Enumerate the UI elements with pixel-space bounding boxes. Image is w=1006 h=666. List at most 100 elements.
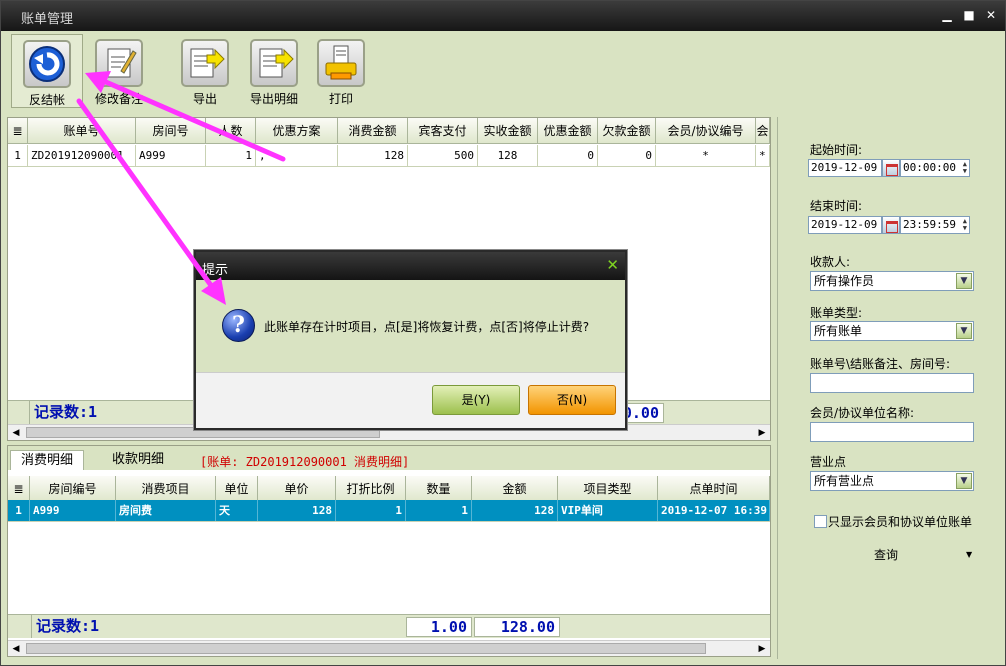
col-unit-price[interactable]: 单价 xyxy=(258,476,336,501)
member-only-checkbox[interactable] xyxy=(814,515,827,528)
dialog-title-bar: 提示 ✕ xyxy=(196,252,625,280)
query-button[interactable]: 查询 ▼ xyxy=(838,544,988,566)
detail-sum-quantity: 1.00 xyxy=(406,617,472,637)
export-button[interactable]: 导出 xyxy=(169,34,241,108)
start-date-input[interactable]: 2019-12-09 xyxy=(808,159,882,177)
question-icon: ? xyxy=(222,309,255,342)
bill-table-row[interactable]: 1 ZD201912090001 A999 1 , 128 500 128 0 … xyxy=(8,145,770,167)
export-detail-button[interactable]: 导出明细 xyxy=(238,34,310,108)
selected-bill-note: [账单: ZD201912090001 消费明细] xyxy=(200,455,410,469)
chevron-down-icon[interactable]: ▼ xyxy=(956,323,972,339)
detail-row-index: 1 xyxy=(8,500,30,521)
export-document-icon xyxy=(181,39,229,87)
cell-amount: 128 xyxy=(472,500,558,521)
detail-row-selector-header[interactable]: ≣ xyxy=(8,476,30,501)
search-keyword-input[interactable] xyxy=(810,373,974,393)
end-date-input[interactable]: 2019-12-09 xyxy=(808,216,882,234)
tab-payment-detail[interactable]: 收款明细 xyxy=(102,450,174,470)
col-discount-ratio[interactable]: 打折比例 xyxy=(336,476,406,501)
col-guest-payment[interactable]: 宾客支付 xyxy=(408,118,478,143)
dialog-close-icon[interactable]: ✕ xyxy=(606,256,619,274)
col-received-amount[interactable]: 实收金额 xyxy=(478,118,538,143)
bill-record-count: 记录数:1 xyxy=(34,403,98,421)
print-label: 打印 xyxy=(328,92,353,106)
col-amount[interactable]: 金额 xyxy=(472,476,558,501)
cashier-label: 收款人: xyxy=(810,255,851,269)
chevron-down-icon[interactable]: ▼ xyxy=(956,473,972,489)
cell-unit-price: 128 xyxy=(258,500,336,521)
col-discount-amount[interactable]: 优惠金额 xyxy=(538,118,598,143)
dialog-message: 此账单存在计时项目，点[是]将恢复计费，点[否]将停止计费? xyxy=(264,320,590,334)
row-index: 1 xyxy=(8,145,28,166)
cell-item-type: VIP单间 xyxy=(558,500,658,521)
member-name-input[interactable] xyxy=(810,422,974,442)
row-selector-header[interactable]: ≣ xyxy=(8,118,28,143)
printer-icon xyxy=(317,39,365,87)
col-discount-plan[interactable]: 优惠方案 xyxy=(256,118,338,143)
col-quantity[interactable]: 数量 xyxy=(406,476,472,501)
toolbar: 反结帐 修改备注 导出 导出明细 打印 xyxy=(5,32,1003,110)
start-time-spinner-icon[interactable]: ▲ ▼ xyxy=(963,161,967,175)
col-guest-count[interactable]: 人数 xyxy=(206,118,256,143)
edit-remark-label: 修改备注 xyxy=(94,92,143,106)
col-room-no[interactable]: 房间号 xyxy=(136,118,206,143)
detail-horizontal-scrollbar[interactable]: ◀ ▶ xyxy=(8,640,770,656)
col-bill-no[interactable]: 账单号 xyxy=(28,118,136,143)
col-order-time[interactable]: 点单时间 xyxy=(658,476,770,501)
detail-scroll-right-arrow[interactable]: ▶ xyxy=(754,641,770,656)
notepad-edit-icon xyxy=(95,39,143,87)
dialog-title: 提示 xyxy=(202,263,229,278)
close-button[interactable]: ✕ xyxy=(983,7,999,23)
detail-grid-header: ≣ 房间编号 消费项目 单位 单价 打折比例 数量 金额 项目类型 点单时间 xyxy=(8,476,770,502)
no-button[interactable]: 否(N) xyxy=(528,385,616,415)
undo-arrow-icon xyxy=(23,40,71,88)
end-calendar-icon[interactable] xyxy=(882,216,900,234)
detail-scroll-left-arrow[interactable]: ◀ xyxy=(8,641,24,656)
start-calendar-icon[interactable] xyxy=(882,159,900,177)
end-time-label: 结束时间: xyxy=(810,199,863,213)
dialog-footer: 是(Y) 否(N) xyxy=(196,372,625,428)
maximize-button[interactable]: ■ xyxy=(961,7,977,23)
chevron-down-icon[interactable]: ▼ xyxy=(956,273,972,289)
member-name-label: 会员/协议单位名称: xyxy=(810,406,915,420)
detail-table-row[interactable]: 1 A999 房间费 天 128 1 1 128 VIP单间 2019-12-0… xyxy=(8,500,770,522)
col-overflow[interactable]: 会 xyxy=(756,118,770,143)
col-consumption-item[interactable]: 消费项目 xyxy=(116,476,216,501)
outlet-select[interactable]: 所有营业点 ▼ xyxy=(810,471,974,491)
cell-discount-amount: 0 xyxy=(538,145,598,166)
print-button[interactable]: 打印 xyxy=(305,34,377,108)
detail-scroll-thumb[interactable] xyxy=(26,643,706,654)
col-unit[interactable]: 单位 xyxy=(216,476,258,501)
col-item-type[interactable]: 项目类型 xyxy=(558,476,658,501)
tab-consumption-detail[interactable]: 消费明细 xyxy=(10,450,85,470)
detail-sum-amount: 128.00 xyxy=(474,617,560,637)
query-label: 查询 xyxy=(874,548,899,562)
edit-remark-button[interactable]: 修改备注 xyxy=(83,34,155,108)
scroll-right-arrow[interactable]: ▶ xyxy=(754,425,770,440)
start-time-input[interactable]: 00:00:00 ▲ ▼ xyxy=(900,159,970,177)
cell-discount-plan: , xyxy=(256,145,338,166)
col-consumption-amount[interactable]: 消费金额 xyxy=(338,118,408,143)
scroll-left-arrow[interactable]: ◀ xyxy=(8,425,24,440)
outlet-label: 营业点 xyxy=(810,455,847,469)
end-time-input[interactable]: 23:59:59 ▲ ▼ xyxy=(900,216,970,234)
cashier-select[interactable]: 所有操作员 ▼ xyxy=(810,271,974,291)
col-debt-amount[interactable]: 欠款金额 xyxy=(598,118,656,143)
detail-summary-bar: 记录数:1 1.00 128.00 xyxy=(8,614,770,638)
reverse-checkout-button[interactable]: 反结帐 xyxy=(11,34,83,108)
cell-room-no: A999 xyxy=(136,145,206,166)
minimize-button[interactable]: ▁ xyxy=(939,7,955,23)
cell-member-no: * xyxy=(656,145,756,166)
cell-debt-amount: 0 xyxy=(598,145,656,166)
chevron-down-icon[interactable]: ▼ xyxy=(966,544,972,566)
col-member-no[interactable]: 会员/协议编号 xyxy=(656,118,756,143)
end-time-spinner-icon[interactable]: ▲ ▼ xyxy=(963,218,967,232)
bill-type-select[interactable]: 所有账单 ▼ xyxy=(810,321,974,341)
prompt-dialog: 提示 ✕ ? 此账单存在计时项目，点[是]将恢复计费，点[否]将停止计费? 是(… xyxy=(194,250,627,430)
cell-room-code: A999 xyxy=(30,500,116,521)
reverse-checkout-label: 反结帐 xyxy=(28,93,65,107)
window-title: 账单管理 xyxy=(21,12,74,27)
yes-button[interactable]: 是(Y) xyxy=(432,385,520,415)
col-room-code[interactable]: 房间编号 xyxy=(30,476,116,501)
filter-panel: 起始时间: 2019-12-09 00:00:00 ▲ ▼ 结束时间: 2019-… xyxy=(777,117,1003,659)
